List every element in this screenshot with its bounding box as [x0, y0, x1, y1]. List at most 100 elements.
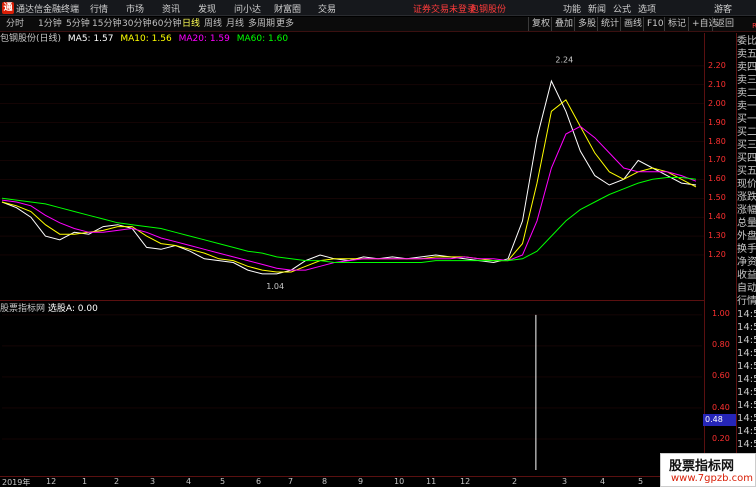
- button-statistics[interactable]: 统计: [597, 17, 619, 31]
- date-tick-label: 3: [562, 477, 568, 486]
- tab-weekly[interactable]: 周线: [204, 18, 222, 31]
- panel-item[interactable]: 自动: [737, 282, 756, 295]
- date-tick-label: 10: [394, 477, 405, 486]
- panel-item[interactable]: 卖二: [737, 87, 756, 100]
- ma20-label: MA20: 1.59: [178, 34, 230, 44]
- watermark-logo: 股票指标网 www.7gpzb.com: [660, 453, 756, 487]
- y-tick-label: 1.60: [708, 174, 726, 184]
- button-draw[interactable]: 画线: [620, 17, 642, 31]
- panel-item[interactable]: 14:5: [737, 399, 756, 412]
- panel-marker: R: [752, 22, 756, 30]
- series-ma5: [1, 79, 697, 275]
- menu-ask[interactable]: 问小达: [234, 2, 261, 15]
- button-f10[interactable]: F10: [643, 17, 664, 31]
- tab-monthly[interactable]: 月线: [226, 18, 244, 31]
- login-warning[interactable]: 证券交易未登录: [413, 2, 476, 15]
- panel-item[interactable]: 14:5: [737, 347, 756, 360]
- panel-item[interactable]: 委比: [737, 35, 756, 48]
- panel-item[interactable]: 行情: [737, 295, 756, 308]
- sub-y-tick-label: 0.40: [712, 402, 730, 412]
- ma60-label: MA60: 1.60: [236, 34, 289, 44]
- tab-more[interactable]: 更多: [276, 18, 294, 31]
- y-tick-label: 1.20: [708, 249, 726, 259]
- indicator-value: 选股A: 0.00: [47, 304, 98, 314]
- panel-item[interactable]: 净资: [737, 256, 756, 269]
- tab-daily[interactable]: 日线: [182, 18, 200, 31]
- panel-item[interactable]: 涨跌: [737, 191, 756, 204]
- button-back[interactable]: 返回: [712, 17, 734, 31]
- panel-item[interactable]: 卖四: [737, 61, 756, 74]
- period-toolbar: 分时 1分钟 5分钟 15分钟 30分钟 60分钟 日线 周线 月线 多周期 更…: [0, 17, 756, 32]
- panel-item[interactable]: 14:5: [737, 386, 756, 399]
- panel-item[interactable]: 买三: [737, 139, 756, 152]
- panel-item[interactable]: 买二: [737, 126, 756, 139]
- panel-item[interactable]: 买四: [737, 152, 756, 165]
- menu-options[interactable]: 选项: [638, 2, 656, 15]
- indicator-chart[interactable]: [0, 300, 704, 472]
- menu-news[interactable]: 资讯: [162, 2, 180, 15]
- tab-30min[interactable]: 30分钟: [122, 18, 151, 31]
- menu-market[interactable]: 市场: [126, 2, 144, 15]
- date-tick-label: 5: [220, 477, 226, 486]
- button-mark[interactable]: 标记: [664, 17, 686, 31]
- sub-y-tick-label: 0.80: [712, 340, 730, 350]
- date-tick-label: 4: [600, 477, 606, 486]
- sub-y-tick-label: 1.00: [712, 309, 730, 318]
- panel-item[interactable]: 14:5: [737, 334, 756, 347]
- button-overlay[interactable]: 叠加: [551, 17, 573, 31]
- panel-item[interactable]: 14:5: [737, 373, 756, 386]
- date-tick-label: 12: [46, 477, 57, 486]
- y-tick-label: 1.90: [708, 117, 726, 127]
- annotation-high: 2.24: [555, 55, 573, 64]
- panel-item[interactable]: 14:5: [737, 412, 756, 425]
- panel-item[interactable]: 换手: [737, 243, 756, 256]
- tab-multi-period[interactable]: 多周期: [248, 18, 275, 31]
- panel-item[interactable]: 买五: [737, 165, 756, 178]
- panel-item[interactable]: 14:5: [737, 308, 756, 321]
- menu-headlines[interactable]: 新闻: [588, 2, 606, 15]
- y-tick-label: 1.40: [708, 212, 726, 222]
- annotation-low: 1.04: [266, 282, 284, 291]
- tab-1min[interactable]: 1分钟: [38, 18, 62, 31]
- date-tick-label: 2: [114, 477, 120, 486]
- panel-item[interactable]: 总量: [737, 217, 756, 230]
- menu-function[interactable]: 功能: [563, 2, 581, 15]
- sub-y-tick-label: 0.20: [712, 433, 730, 443]
- date-tick-label: 3: [150, 477, 156, 486]
- panel-item[interactable]: 卖一: [737, 100, 756, 113]
- panel-item[interactable]: 卖五: [737, 48, 756, 61]
- date-tick-label: 4: [186, 477, 192, 486]
- guest-label[interactable]: 游客: [714, 2, 732, 15]
- y-tick-label: 1.70: [708, 155, 726, 165]
- panel-item[interactable]: 外盘: [737, 230, 756, 243]
- menu-discover[interactable]: 发现: [198, 2, 216, 15]
- menu-wealth[interactable]: 财富圈: [274, 2, 301, 15]
- panel-item[interactable]: 卖三: [737, 74, 756, 87]
- menu-market-quotes[interactable]: 行情: [90, 2, 108, 15]
- date-tick-label: 6: [256, 477, 262, 486]
- tab-intraday[interactable]: 分时: [6, 18, 24, 31]
- panel-item[interactable]: 14:5: [737, 321, 756, 334]
- panel-item[interactable]: 收益: [737, 269, 756, 282]
- menu-trade[interactable]: 交易: [318, 2, 336, 15]
- panel-item[interactable]: 现价: [737, 178, 756, 191]
- date-tick-label: 1: [82, 477, 88, 486]
- menu-formula[interactable]: 公式: [613, 2, 631, 15]
- series-ma60: [1, 177, 697, 263]
- y-tick-label: 1.50: [708, 193, 726, 203]
- panel-item[interactable]: 14:5: [737, 360, 756, 373]
- tab-5min[interactable]: 5分钟: [66, 18, 90, 31]
- y-tick-label: 1.30: [708, 231, 726, 241]
- button-multi-stock[interactable]: 多股: [574, 17, 596, 31]
- button-adjust[interactable]: 复权: [528, 17, 550, 31]
- panel-item[interactable]: 14:5: [737, 438, 756, 451]
- panel-item[interactable]: 买一: [737, 113, 756, 126]
- panel-item[interactable]: 14:5: [737, 425, 756, 438]
- date-tick-label: 12: [460, 477, 471, 486]
- tab-15min[interactable]: 15分钟: [92, 18, 121, 31]
- panel-item[interactable]: 涨幅: [737, 204, 756, 217]
- date-axis: 2019年1212345678910111223456: [0, 476, 704, 487]
- main-price-chart[interactable]: 2.24 1.04: [0, 33, 704, 299]
- tab-60min[interactable]: 60分钟: [152, 18, 181, 31]
- right-quote-panel[interactable]: R 委比 卖五 卖四 卖三 卖二 卖一 买一 买二 买三 买四 买五 现价 涨跌 涨幅 总量 外盘 换手 净资 收益自…: [736, 22, 756, 476]
